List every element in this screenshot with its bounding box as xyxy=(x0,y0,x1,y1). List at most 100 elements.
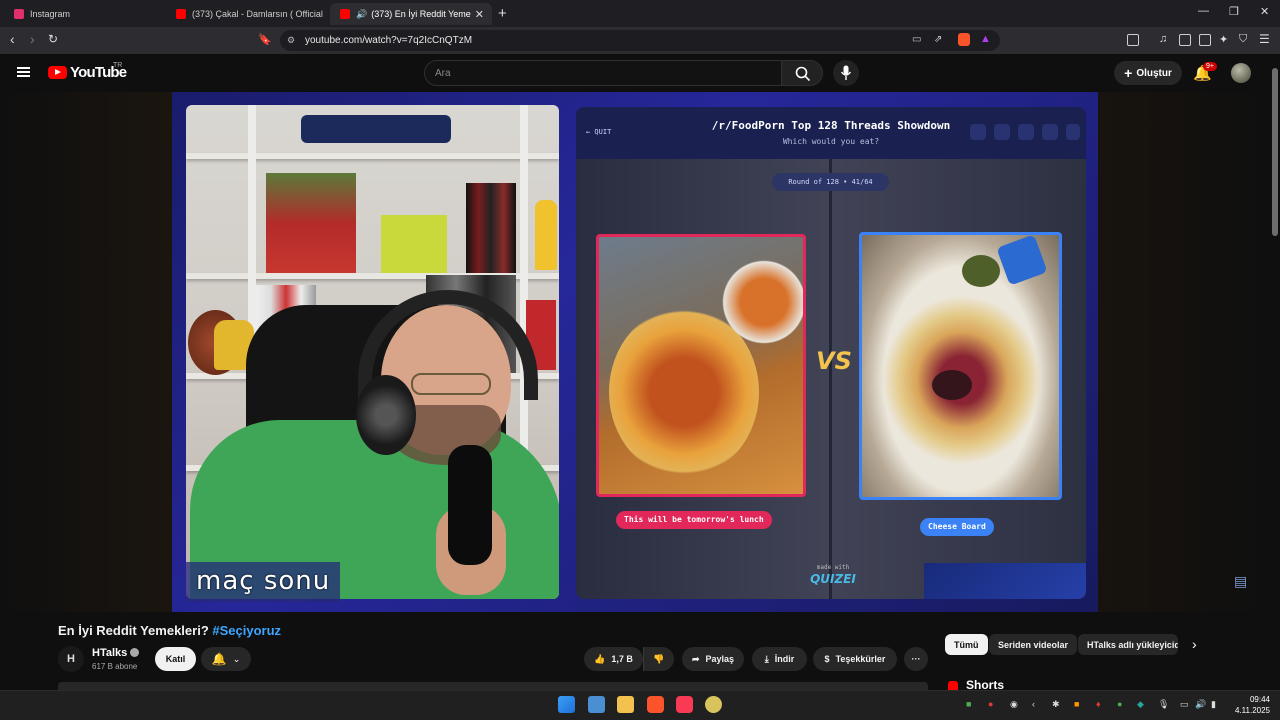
minimize-icon[interactable]: — xyxy=(1198,5,1209,17)
close-window-icon[interactable]: ✕ xyxy=(1260,5,1269,18)
glasses xyxy=(411,373,491,395)
tab-instagram[interactable]: Instagram xyxy=(4,3,164,25)
tray-microphone-icon[interactable]: 🎙 xyxy=(1158,699,1169,710)
search-input[interactable]: Ara xyxy=(424,60,782,86)
vpn-icon[interactable]: ⛉ xyxy=(1239,33,1247,46)
photos-icon[interactable] xyxy=(588,696,605,713)
video-title-text: En İyi Reddit Yemekleri? xyxy=(58,623,209,638)
like-button[interactable]: 👍 1,7 B xyxy=(584,647,643,671)
wallet-icon[interactable] xyxy=(1199,34,1211,46)
tray-battery-icon[interactable]: ▮ xyxy=(1211,699,1216,710)
brave-rewards-icon[interactable]: ▲ xyxy=(980,33,991,45)
tray-app-icon[interactable]: ♦ xyxy=(1096,699,1101,709)
url-field[interactable]: ⚙ youtube.com/watch?v=7q2IcCnQTzM ▭ ⇗ ▲ xyxy=(280,30,1000,51)
figurine xyxy=(535,200,557,270)
music-app-icon[interactable] xyxy=(676,696,693,713)
tray-arrow-icon[interactable]: ‹ xyxy=(1032,699,1035,709)
tray-app-icon[interactable]: ◆ xyxy=(1137,699,1144,710)
tray-app-icon[interactable]: ● xyxy=(988,699,993,709)
tray-app-icon[interactable]: ● xyxy=(1117,699,1122,709)
new-tab-button[interactable]: + xyxy=(498,5,507,22)
site-settings-icon[interactable]: ⚙ xyxy=(287,35,295,46)
scrollbar-thumb[interactable] xyxy=(1272,68,1278,236)
hamburger-menu-icon[interactable] xyxy=(17,67,30,77)
book-stack xyxy=(266,173,356,273)
dislike-button[interactable]: 👎 xyxy=(643,647,674,671)
left-choice-label: This will be tomorrow's lunch xyxy=(616,511,772,529)
chip-all[interactable]: Tümü xyxy=(945,634,988,655)
back-icon[interactable]: ‹ xyxy=(10,31,15,47)
windows-start-icon[interactable] xyxy=(558,696,575,713)
quiz-divider xyxy=(829,159,832,599)
menu-icon[interactable]: ☰ xyxy=(1259,32,1270,46)
file-explorer-icon[interactable] xyxy=(617,696,634,713)
search-icon xyxy=(795,66,811,82)
join-button[interactable]: Katıl xyxy=(155,647,196,671)
share-button[interactable]: ➦ Paylaş xyxy=(682,647,744,671)
reload-icon[interactable]: ↻ xyxy=(48,32,58,46)
tab-reddit-yemekleri[interactable]: 🔊 (373) En İyi Reddit Yemekleri? ✕ xyxy=(330,3,492,25)
screenshot-icon[interactable] xyxy=(1127,34,1139,46)
brave-shields-icon[interactable] xyxy=(958,33,970,46)
ambient-left xyxy=(0,92,172,612)
youtube-icon xyxy=(340,9,350,19)
subscription-bell-button[interactable]: 🔔 ⌄ xyxy=(201,647,251,671)
cast-icon[interactable]: ▭ xyxy=(912,34,921,45)
close-tab-icon[interactable]: ✕ xyxy=(475,8,484,21)
quiz-screen: ← QUIT /r/FoodPorn Top 128 Threads Showd… xyxy=(576,107,1086,599)
app-icon[interactable] xyxy=(705,696,722,713)
chip-series[interactable]: Seriden videolar xyxy=(989,634,1078,655)
browser-tab-bar: Instagram (373) Çakal - Damlarsın ( Offi… xyxy=(0,0,1280,27)
super-thanks-icon: $ xyxy=(824,654,830,664)
channel-name[interactable]: HTalks xyxy=(92,647,127,659)
olives xyxy=(962,255,1000,287)
taskbar-clock[interactable]: 09:44 4.11.2025 xyxy=(1232,694,1270,716)
instagram-icon xyxy=(14,9,24,19)
thumbs-down-icon: 👎 xyxy=(653,653,665,664)
headphone-earcup xyxy=(356,375,416,455)
shelf xyxy=(186,153,559,159)
music-icon[interactable]: ♫ xyxy=(1159,33,1167,45)
download-button[interactable]: ⤓ İndir xyxy=(752,647,807,671)
subscriber-count: 617 B abone xyxy=(92,662,138,671)
brave-browser-icon[interactable] xyxy=(647,696,664,713)
video-player[interactable]: maç sonu ← QUIT /r/FoodPorn Top 128 Thre… xyxy=(172,92,1098,612)
description-box[interactable] xyxy=(58,682,928,690)
tray-network-icon[interactable]: ▭ xyxy=(1180,699,1189,710)
hashtag-link[interactable]: #Seçiyoruz xyxy=(212,623,281,638)
tray-nvidia-icon[interactable]: ■ xyxy=(966,699,971,709)
thumbs-up-icon: 👍 xyxy=(594,653,606,664)
windows-taskbar xyxy=(0,690,1280,720)
restore-icon[interactable]: ❐ xyxy=(1229,5,1239,18)
user-avatar[interactable] xyxy=(1231,63,1251,83)
tab-cakal[interactable]: (373) Çakal - Damlarsın ( Official Mu xyxy=(166,3,326,25)
chevron-right-icon[interactable]: › xyxy=(1192,636,1197,652)
search-button[interactable] xyxy=(781,60,823,86)
microphone xyxy=(448,445,492,565)
tray-bluetooth-icon[interactable]: ✱ xyxy=(1052,699,1060,710)
sidebar-icon[interactable] xyxy=(1179,34,1191,46)
thanks-button[interactable]: $ Teşekkürler xyxy=(813,647,897,671)
food-card-left xyxy=(596,234,806,497)
bookmark-icon[interactable]: 🔖 xyxy=(258,33,272,46)
quiz-header: ← QUIT /r/FoodPorn Top 128 Threads Showd… xyxy=(576,107,1086,159)
chip-uploader[interactable]: HTalks adlı yükleyicid xyxy=(1078,634,1178,655)
right-choice-label: Cheese Board xyxy=(920,518,994,536)
download-icon: ⤓ xyxy=(764,653,769,664)
jam-bowl xyxy=(932,370,972,400)
tray-app-icon[interactable]: ■ xyxy=(1074,699,1079,709)
more-actions-button[interactable]: ··· xyxy=(904,647,928,671)
channel-avatar[interactable]: H xyxy=(58,646,84,672)
forward-icon[interactable]: › xyxy=(30,31,35,47)
side-plate xyxy=(719,252,803,352)
tray-volume-icon[interactable]: 🔊 xyxy=(1195,699,1206,710)
youtube-logo-icon[interactable] xyxy=(48,66,67,79)
tray-steam-icon[interactable]: ◉ xyxy=(1010,699,1018,710)
speaker-icon[interactable]: 🔊 xyxy=(356,9,367,20)
channel-watermark-icon[interactable]: ▤ xyxy=(1234,573,1250,593)
share-icon[interactable]: ⇗ xyxy=(934,34,942,45)
toy-car xyxy=(301,115,451,143)
leo-ai-icon[interactable]: ✦ xyxy=(1219,33,1228,46)
voice-search-button[interactable] xyxy=(833,60,859,86)
create-button[interactable]: + Oluştur xyxy=(1114,61,1182,85)
